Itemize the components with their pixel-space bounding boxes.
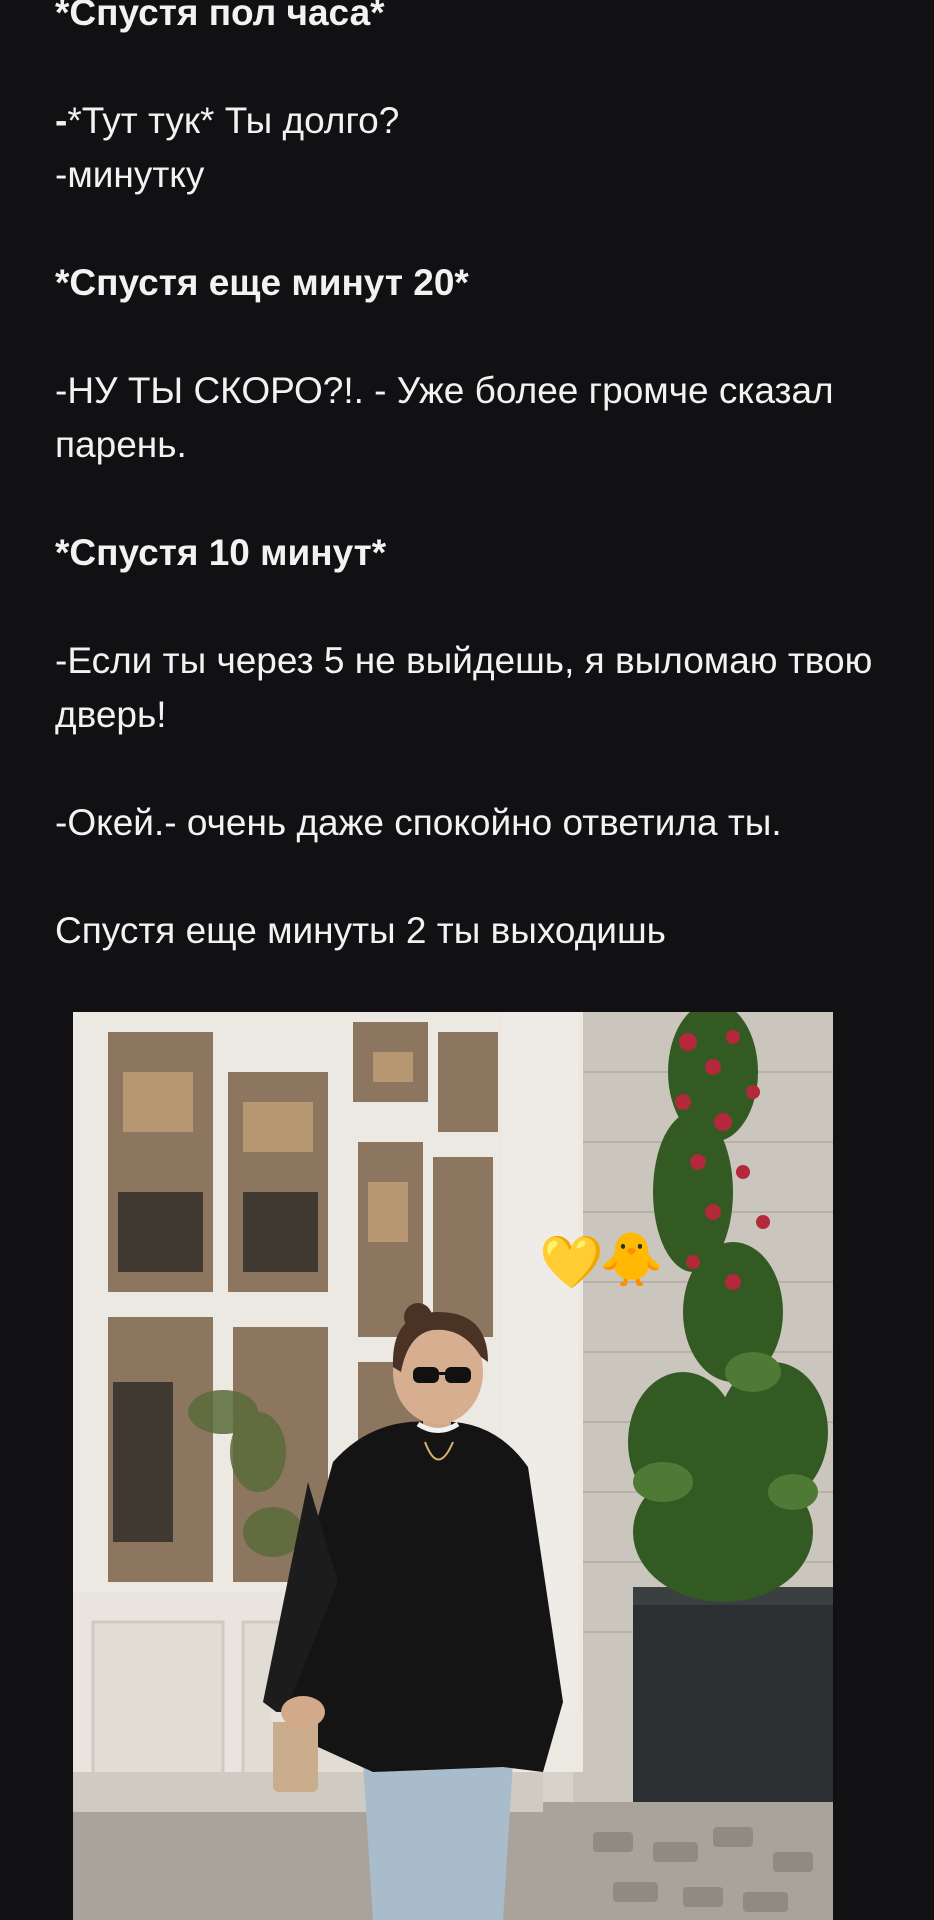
story-heading-20-min: *Спустя еще минут 20* <box>55 262 469 303</box>
story-heading-half-hour: *Спустя пол часа* <box>55 0 385 33</box>
yellow-heart-icon: 💛 <box>539 1233 604 1293</box>
baby-chick-icon: 🐥 <box>599 1230 664 1290</box>
story-paragraph-okay: -Окей.- очень даже спокойно ответила ты. <box>55 802 782 843</box>
story-text: *Спустя пол часа* -*Тут тук* Ты долго? -… <box>55 0 875 958</box>
dialog-line-knock: -*Тут тук* Ты долго? <box>55 100 399 141</box>
dialog-line-knock-text: *Тут тук* Ты долго? <box>67 100 400 141</box>
story-heading-10-min: *Спустя 10 минут* <box>55 532 387 573</box>
dash-bold: - <box>55 100 68 141</box>
post-photo: 💛 🐥 <box>73 1012 833 1920</box>
story-paragraph-louder: -НУ ТЫ СКОРО?!. - Уже более громче сказа… <box>55 370 834 465</box>
story-paragraph-door: -Если ты через 5 не выйдешь, я выломаю т… <box>55 640 873 735</box>
story-paragraph-knock: -*Тут тук* Ты долго? -минутку <box>55 94 875 202</box>
photo-illustration <box>73 1012 833 1920</box>
story-paragraph-exit: Спустя еще минуты 2 ты выходишь <box>55 910 666 951</box>
dialog-line-wait: -минутку <box>55 154 205 195</box>
